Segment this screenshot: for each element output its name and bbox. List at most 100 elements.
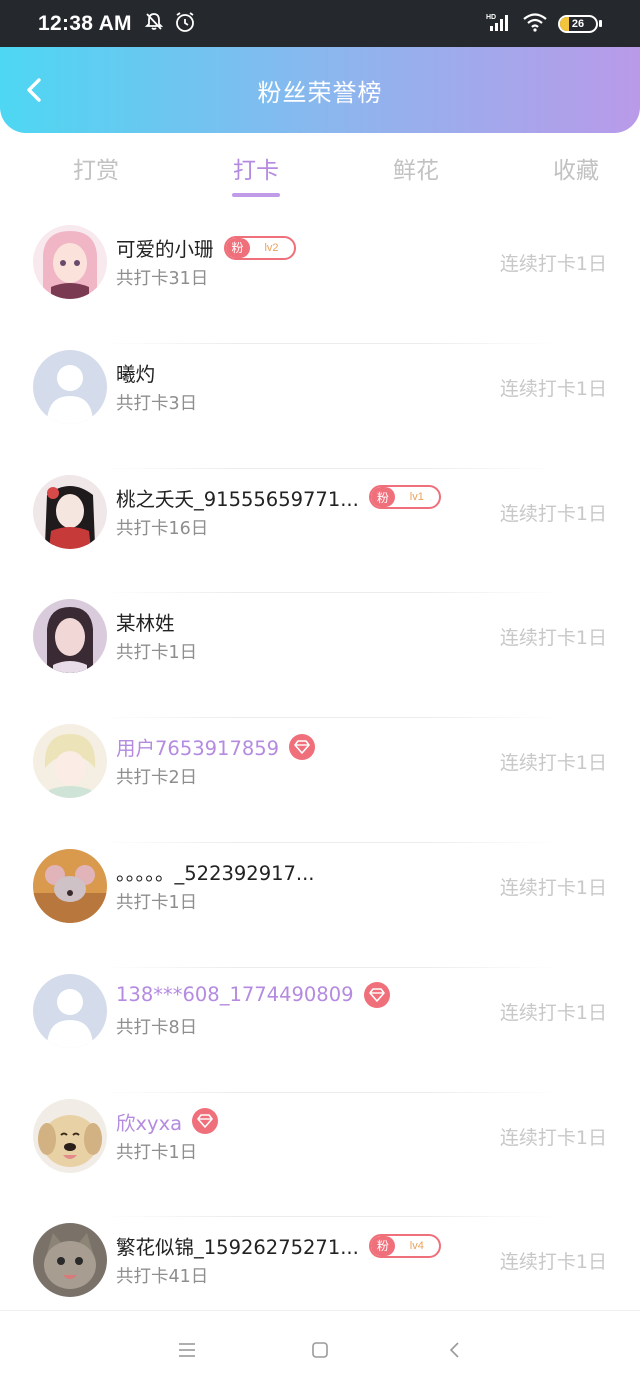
avatar[interactable] xyxy=(33,1098,107,1173)
page-header: 粉丝荣誉榜 xyxy=(0,47,640,133)
row-divider xyxy=(100,467,562,469)
battery-indicator: 26 xyxy=(558,14,598,33)
tab-label: 鲜花 xyxy=(393,158,439,184)
fan-name: 用户7653917859 xyxy=(116,737,280,761)
row-divider xyxy=(100,592,562,594)
fan-name: 曦灼 xyxy=(116,362,156,386)
home-square-icon[interactable] xyxy=(309,1339,331,1361)
puppy-avatar xyxy=(33,1098,107,1173)
checkin-total: 共打卡41日 xyxy=(116,1267,209,1288)
anime-girl-red-avatar xyxy=(33,474,107,549)
name-line: 用户7653917859 xyxy=(116,732,316,761)
hd-signal-icon: HD xyxy=(486,12,512,36)
name-line: 曦灼 xyxy=(116,358,155,387)
fan-name: 桃之夭夭_91555659771... xyxy=(116,487,359,511)
avatar[interactable] xyxy=(33,474,107,549)
avatar[interactable] xyxy=(33,599,107,674)
fan-level-badge: 粉 lv1 xyxy=(368,485,441,510)
row-divider xyxy=(100,966,562,968)
fan-badge-level: lv1 xyxy=(409,491,424,504)
fan-badge-level: lv4 xyxy=(409,1239,424,1252)
name-line: 138***608_1774490809 xyxy=(116,981,390,1008)
fan-badge-label: 粉 xyxy=(370,487,395,508)
checkin-streak: 连续打卡1日 xyxy=(499,1001,607,1024)
checkin-total: 共打卡8日 xyxy=(116,1017,198,1038)
page-title: 粉丝荣誉榜 xyxy=(257,78,383,107)
fan-name: 欣xyxa xyxy=(116,1111,183,1135)
tab-bar: 打赏 打卡 鲜花 收藏 xyxy=(0,133,640,211)
checkin-streak: 连续打卡1日 xyxy=(499,876,607,899)
menu-icon[interactable] xyxy=(176,1339,198,1361)
fan-row[interactable]: 用户7653917859 共打卡2日 连续打卡1日 xyxy=(0,717,640,842)
diamond-icon xyxy=(289,733,316,760)
avatar[interactable] xyxy=(33,724,107,799)
checkin-total: 共打卡1日 xyxy=(116,643,198,664)
avatar[interactable] xyxy=(33,848,107,923)
system-nav-bar xyxy=(0,1310,640,1387)
tab-reward[interactable]: 打赏 xyxy=(32,133,160,211)
fan-row[interactable]: 曦灼共打卡3日 连续打卡1日 xyxy=(0,342,640,468)
checkin-streak: 连续打卡1日 xyxy=(499,1251,607,1274)
row-divider xyxy=(100,1091,562,1093)
checkin-total: 共打卡16日 xyxy=(116,518,209,539)
checkin-total: 共打卡1日 xyxy=(116,892,198,913)
name-line: 繁花似锦_15926275271... 粉 lv4 xyxy=(116,1231,441,1260)
checkin-streak: 连续打卡1日 xyxy=(499,627,607,650)
svg-text:HD: HD xyxy=(486,14,496,21)
fan-name: 138***608_1774490809 xyxy=(116,983,354,1007)
avatar[interactable] xyxy=(33,349,107,424)
back-button[interactable] xyxy=(18,73,52,107)
checkin-streak: 连续打卡1日 xyxy=(499,502,607,525)
avatar[interactable] xyxy=(33,973,107,1048)
fan-row[interactable]: 桃之夭夭_91555659771... 粉 lv1 共打卡16日 连续打卡1日 xyxy=(0,467,640,593)
fan-row[interactable]: 某林姓共打卡1日 连续打卡1日 xyxy=(0,592,640,717)
cartoon-mouse-avatar xyxy=(33,848,107,923)
row-divider xyxy=(100,342,562,344)
fan-row[interactable]: 欣xyxa 共打卡1日 连续打卡1日 xyxy=(0,1091,640,1217)
checkin-total: 共打卡3日 xyxy=(116,393,198,414)
checkin-total: 共打卡2日 xyxy=(116,768,198,789)
checkin-streak: 连续打卡1日 xyxy=(499,377,607,400)
battery-fill xyxy=(560,16,570,31)
fan-row[interactable]: 138***608_1774490809 共打卡8日 连续打卡1日 xyxy=(0,966,640,1092)
battery-level-text: 26 xyxy=(571,17,585,30)
diamond-icon xyxy=(363,981,390,1008)
name-line: 某林姓 xyxy=(116,607,175,636)
tab-active-underline xyxy=(232,193,280,197)
tab-favorites[interactable]: 收藏 xyxy=(512,133,640,211)
fan-row[interactable]: 可爱的小珊粉 lv2 共打卡31日 连续打卡1日 xyxy=(0,218,640,343)
tab-label: 打卡 xyxy=(233,158,279,184)
checkin-streak: 连续打卡1日 xyxy=(499,752,607,775)
checkin-total: 共打卡1日 xyxy=(116,1142,198,1163)
name-line: 桃之夭夭_91555659771... 粉 lv1 xyxy=(116,483,441,512)
fan-badge-label: 粉 xyxy=(370,1235,395,1256)
back-triangle-icon[interactable] xyxy=(444,1339,466,1361)
row-divider xyxy=(100,841,562,843)
checkin-streak: 连续打卡1日 xyxy=(499,1126,607,1149)
fan-badge-level: lv2 xyxy=(264,241,279,254)
kitten-avatar xyxy=(33,1223,107,1298)
tab-checkin[interactable]: 打卡 xyxy=(192,133,320,211)
anime-boy-avatar xyxy=(33,724,107,799)
battery-tip xyxy=(599,20,602,27)
fan-row[interactable]: 。。。。。_522392917... 共打卡1日 连续打卡1日 xyxy=(0,841,640,967)
status-bar: 12:38 AM HD 26 xyxy=(0,0,640,47)
avatar[interactable] xyxy=(33,225,107,299)
default-user-avatar xyxy=(33,349,107,424)
row-divider xyxy=(100,717,562,719)
wifi-icon xyxy=(522,12,548,36)
tab-label: 打赏 xyxy=(73,158,119,184)
alarm-icon xyxy=(174,11,196,37)
fan-level-badge: 粉 lv4 xyxy=(368,1233,441,1258)
tab-label: 收藏 xyxy=(553,158,599,184)
fan-name: 某林姓 xyxy=(116,612,175,636)
fan-name: 繁花似锦_15926275271... xyxy=(116,1236,359,1260)
fan-name: 可爱的小珊 xyxy=(116,238,214,261)
fan-level-badge: 粉 lv2 xyxy=(223,235,296,260)
checkin-total: 共打卡31日 xyxy=(116,269,209,289)
battery-icon: 26 xyxy=(558,14,602,33)
diamond-icon xyxy=(192,1108,219,1135)
tab-flowers[interactable]: 鲜花 xyxy=(352,133,480,211)
avatar[interactable] xyxy=(33,1223,107,1298)
woman-photo-avatar xyxy=(33,599,107,674)
